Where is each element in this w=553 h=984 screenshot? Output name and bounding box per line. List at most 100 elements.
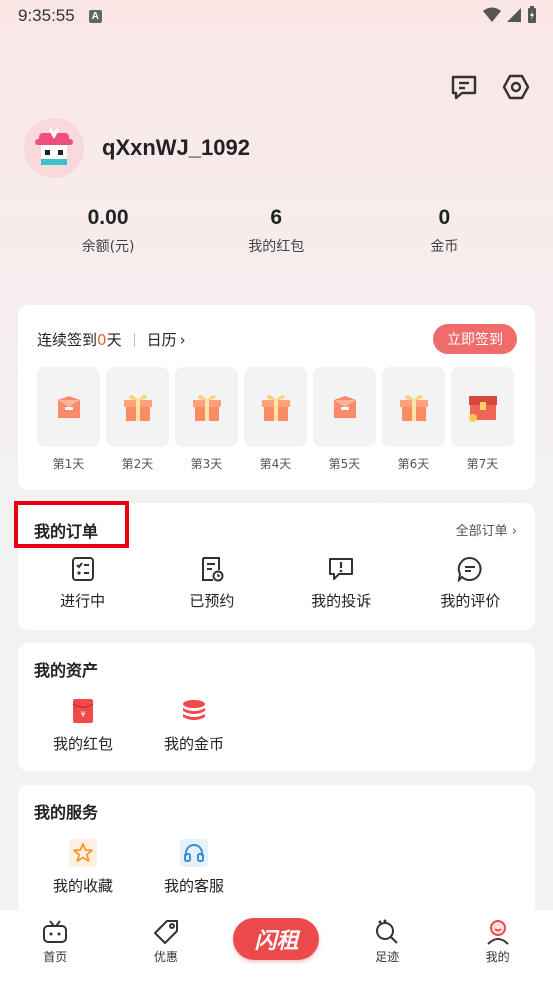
coins-value: 0 bbox=[438, 206, 451, 229]
day-label: 第3天 bbox=[190, 457, 223, 471]
asset-coins[interactable]: 我的金币 bbox=[159, 697, 229, 754]
headset-icon bbox=[180, 839, 208, 867]
comment-icon bbox=[457, 556, 483, 582]
checkin-day: 第1天 bbox=[37, 367, 100, 472]
all-orders-link[interactable]: 全部订单 › bbox=[456, 520, 517, 539]
checkin-day: 第5天 bbox=[313, 367, 376, 472]
assets-card: 我的资产 ¥ 我的红包 我的金币 bbox=[18, 643, 535, 771]
red-packet-icon: ¥ bbox=[69, 697, 97, 725]
day-label: 第1天 bbox=[52, 457, 85, 471]
stat-red-packets[interactable]: 6 我的红包 bbox=[184, 206, 368, 256]
wifi-icon bbox=[483, 7, 501, 22]
gift-box-icon bbox=[244, 367, 307, 447]
order-in-progress[interactable]: 进行中 bbox=[18, 556, 147, 611]
tag-icon bbox=[152, 918, 180, 946]
orders-title-highlight bbox=[14, 501, 129, 548]
profile-header[interactable]: qXxnWJ_1092 bbox=[24, 118, 250, 178]
chevron-right-icon: › bbox=[179, 330, 186, 349]
red-packets-label: 我的红包 bbox=[248, 239, 305, 255]
status-icons bbox=[483, 6, 537, 24]
order-label: 我的评价 bbox=[440, 592, 501, 610]
tab-flash-rent[interactable]: 闪租 bbox=[221, 910, 332, 984]
order-reserved[interactable]: 已预约 bbox=[147, 556, 276, 611]
checkin-days: 0 bbox=[97, 330, 107, 349]
service-label: 我的收藏 bbox=[52, 877, 113, 895]
asset-label: 我的金币 bbox=[163, 735, 224, 753]
order-label: 已预约 bbox=[189, 592, 235, 610]
checkin-day: 第3天 bbox=[175, 367, 238, 472]
order-complaints[interactable]: 我的投诉 bbox=[277, 556, 406, 611]
asset-label: 我的红包 bbox=[52, 735, 113, 753]
footprint-icon bbox=[373, 918, 401, 946]
day-label: 第6天 bbox=[397, 457, 430, 471]
services-grid: 我的收藏 我的客服 bbox=[48, 839, 229, 896]
order-label: 进行中 bbox=[60, 592, 106, 610]
tab-label: 首页 bbox=[43, 950, 68, 964]
red-envelope-icon bbox=[313, 367, 376, 447]
day-label: 第4天 bbox=[259, 457, 292, 471]
username: qXxnWJ_1092 bbox=[102, 135, 250, 160]
divider bbox=[133, 332, 135, 347]
services-card: 我的服务 我的收藏 我的客服 bbox=[18, 785, 535, 915]
svg-text:¥: ¥ bbox=[80, 710, 85, 719]
coin-stack-icon bbox=[180, 697, 208, 725]
flash-rent-button[interactable]: 闪租 bbox=[233, 918, 320, 960]
checkin-prefix: 连续签到 bbox=[37, 331, 98, 349]
reservation-icon bbox=[199, 556, 225, 582]
day-label: 第7天 bbox=[466, 457, 499, 471]
tab-label: 优惠 bbox=[153, 950, 178, 964]
gift-box-icon bbox=[382, 367, 445, 447]
settings-icon[interactable] bbox=[501, 72, 531, 102]
checkin-day: 第2天 bbox=[106, 367, 169, 472]
coins-label: 金币 bbox=[430, 239, 459, 255]
red-packets-value: 6 bbox=[270, 206, 283, 229]
calendar-link[interactable]: 日历 bbox=[147, 329, 177, 350]
stat-balance[interactable]: 0.00 余额(元) bbox=[16, 206, 200, 256]
treasure-chest-icon bbox=[451, 367, 514, 447]
star-icon bbox=[69, 839, 97, 867]
stats-row: 0.00 余额(元) 6 我的红包 0 金币 bbox=[0, 206, 553, 256]
checkin-header: 连续签到 0 天 日历 › bbox=[37, 329, 186, 350]
tab-home[interactable]: 首页 bbox=[0, 910, 111, 984]
tab-label: 我的 bbox=[485, 950, 510, 964]
tab-footprints[interactable]: 足迹 bbox=[332, 910, 443, 984]
signal-icon bbox=[507, 8, 521, 22]
balance-value: 0.00 bbox=[87, 206, 129, 229]
message-icon[interactable] bbox=[449, 72, 479, 102]
order-label: 我的投诉 bbox=[311, 592, 372, 610]
balance-label: 余额(元) bbox=[81, 239, 135, 255]
complaint-icon bbox=[328, 556, 354, 582]
checkin-day: 第7天 bbox=[451, 367, 514, 472]
day-label: 第2天 bbox=[121, 457, 154, 471]
checkin-days-row: 第1天 第2天 第3天 第4天 第5天 第6天 第7天 bbox=[37, 367, 514, 472]
tab-discounts[interactable]: 优惠 bbox=[111, 910, 222, 984]
status-time: 9:35:55 bbox=[18, 6, 75, 25]
status-bar: 9:35:55 A bbox=[0, 0, 553, 32]
checkin-suffix: 天 bbox=[106, 331, 122, 349]
avatar[interactable] bbox=[24, 118, 84, 178]
sign-in-button[interactable]: 立即签到 bbox=[433, 324, 517, 354]
tab-label: 足迹 bbox=[375, 950, 400, 964]
checklist-icon bbox=[70, 556, 96, 582]
bottom-tab-bar: 首页 优惠 闪租 足迹 我的 bbox=[0, 910, 553, 984]
notification-badge: A bbox=[88, 9, 102, 23]
service-label: 我的客服 bbox=[163, 877, 224, 895]
order-reviews[interactable]: 我的评价 bbox=[406, 556, 535, 611]
checkin-card: 连续签到 0 天 日历 › 立即签到 第1天 第2天 第3天 第4天 第5天 第… bbox=[18, 305, 535, 490]
battery-icon bbox=[528, 6, 536, 23]
checkin-day: 第6天 bbox=[382, 367, 445, 472]
services-title: 我的服务 bbox=[34, 803, 99, 822]
service-favorites[interactable]: 我的收藏 bbox=[48, 839, 118, 896]
assets-title: 我的资产 bbox=[34, 661, 99, 680]
red-envelope-icon bbox=[37, 367, 100, 447]
stat-coins[interactable]: 0 金币 bbox=[352, 206, 536, 256]
profile-face-icon bbox=[484, 918, 512, 946]
asset-red-packets[interactable]: ¥ 我的红包 bbox=[48, 697, 118, 754]
assets-grid: ¥ 我的红包 我的金币 bbox=[48, 697, 229, 754]
checkin-day: 第4天 bbox=[244, 367, 307, 472]
service-support[interactable]: 我的客服 bbox=[159, 839, 229, 896]
gift-box-icon bbox=[106, 367, 169, 447]
tab-mine[interactable]: 我的 bbox=[442, 910, 553, 984]
gift-box-icon bbox=[175, 367, 238, 447]
day-label: 第5天 bbox=[328, 457, 361, 471]
